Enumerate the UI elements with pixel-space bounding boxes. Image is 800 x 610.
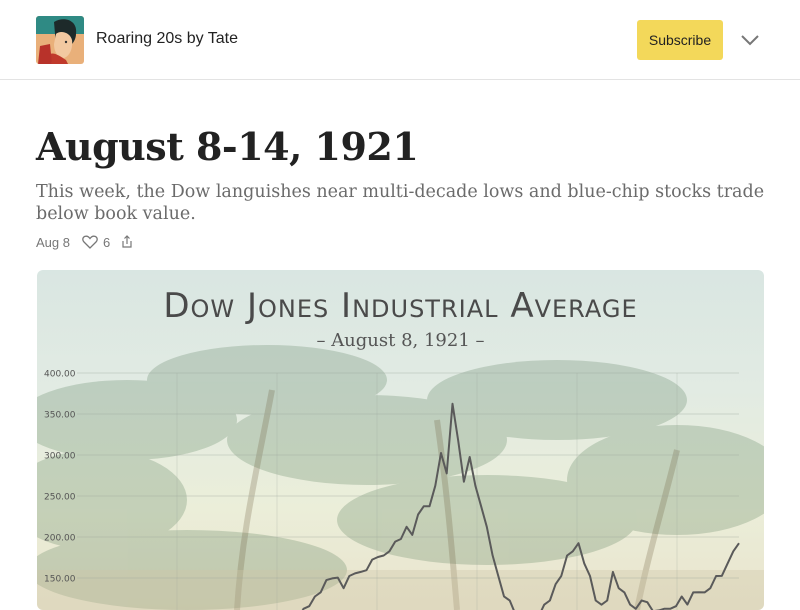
y-tick-label: 350.00 (44, 411, 76, 421)
publication-logo[interactable] (36, 16, 84, 64)
y-tick-label: 250.00 (44, 493, 76, 503)
share-icon (122, 235, 132, 248)
dow-line-chart: 400.00 350.00 300.00 250.00 200.00 150.00 (44, 370, 740, 610)
share-button[interactable] (120, 235, 134, 249)
post-meta: Aug 8 6 (36, 232, 134, 252)
like-count: 6 (102, 234, 111, 250)
y-tick-label: 300.00 (44, 452, 76, 462)
post-title: August 8-14, 1921 (36, 124, 419, 169)
post-date: Aug 8 (36, 234, 70, 250)
subscribe-button[interactable]: Subscribe (637, 20, 723, 60)
chevron-down-icon (741, 35, 759, 46)
y-tick-label: 200.00 (44, 534, 76, 544)
dow-series-line (301, 402, 740, 610)
post-hero-image[interactable]: Dow Jones Industrial Average – August 8,… (37, 270, 764, 610)
post-subtitle: This week, the Dow languishes near multi… (36, 182, 765, 224)
publication-name[interactable]: Roaring 20s by Tate (96, 30, 238, 48)
y-tick-label: 400.00 (44, 370, 76, 380)
heart-icon (82, 235, 98, 249)
like-button[interactable]: 6 (82, 235, 110, 250)
y-tick-label: 150.00 (44, 575, 76, 585)
menu-dropdown-button[interactable] (738, 30, 762, 50)
top-navigation-bar: Roaring 20s by Tate Subscribe (0, 0, 800, 80)
